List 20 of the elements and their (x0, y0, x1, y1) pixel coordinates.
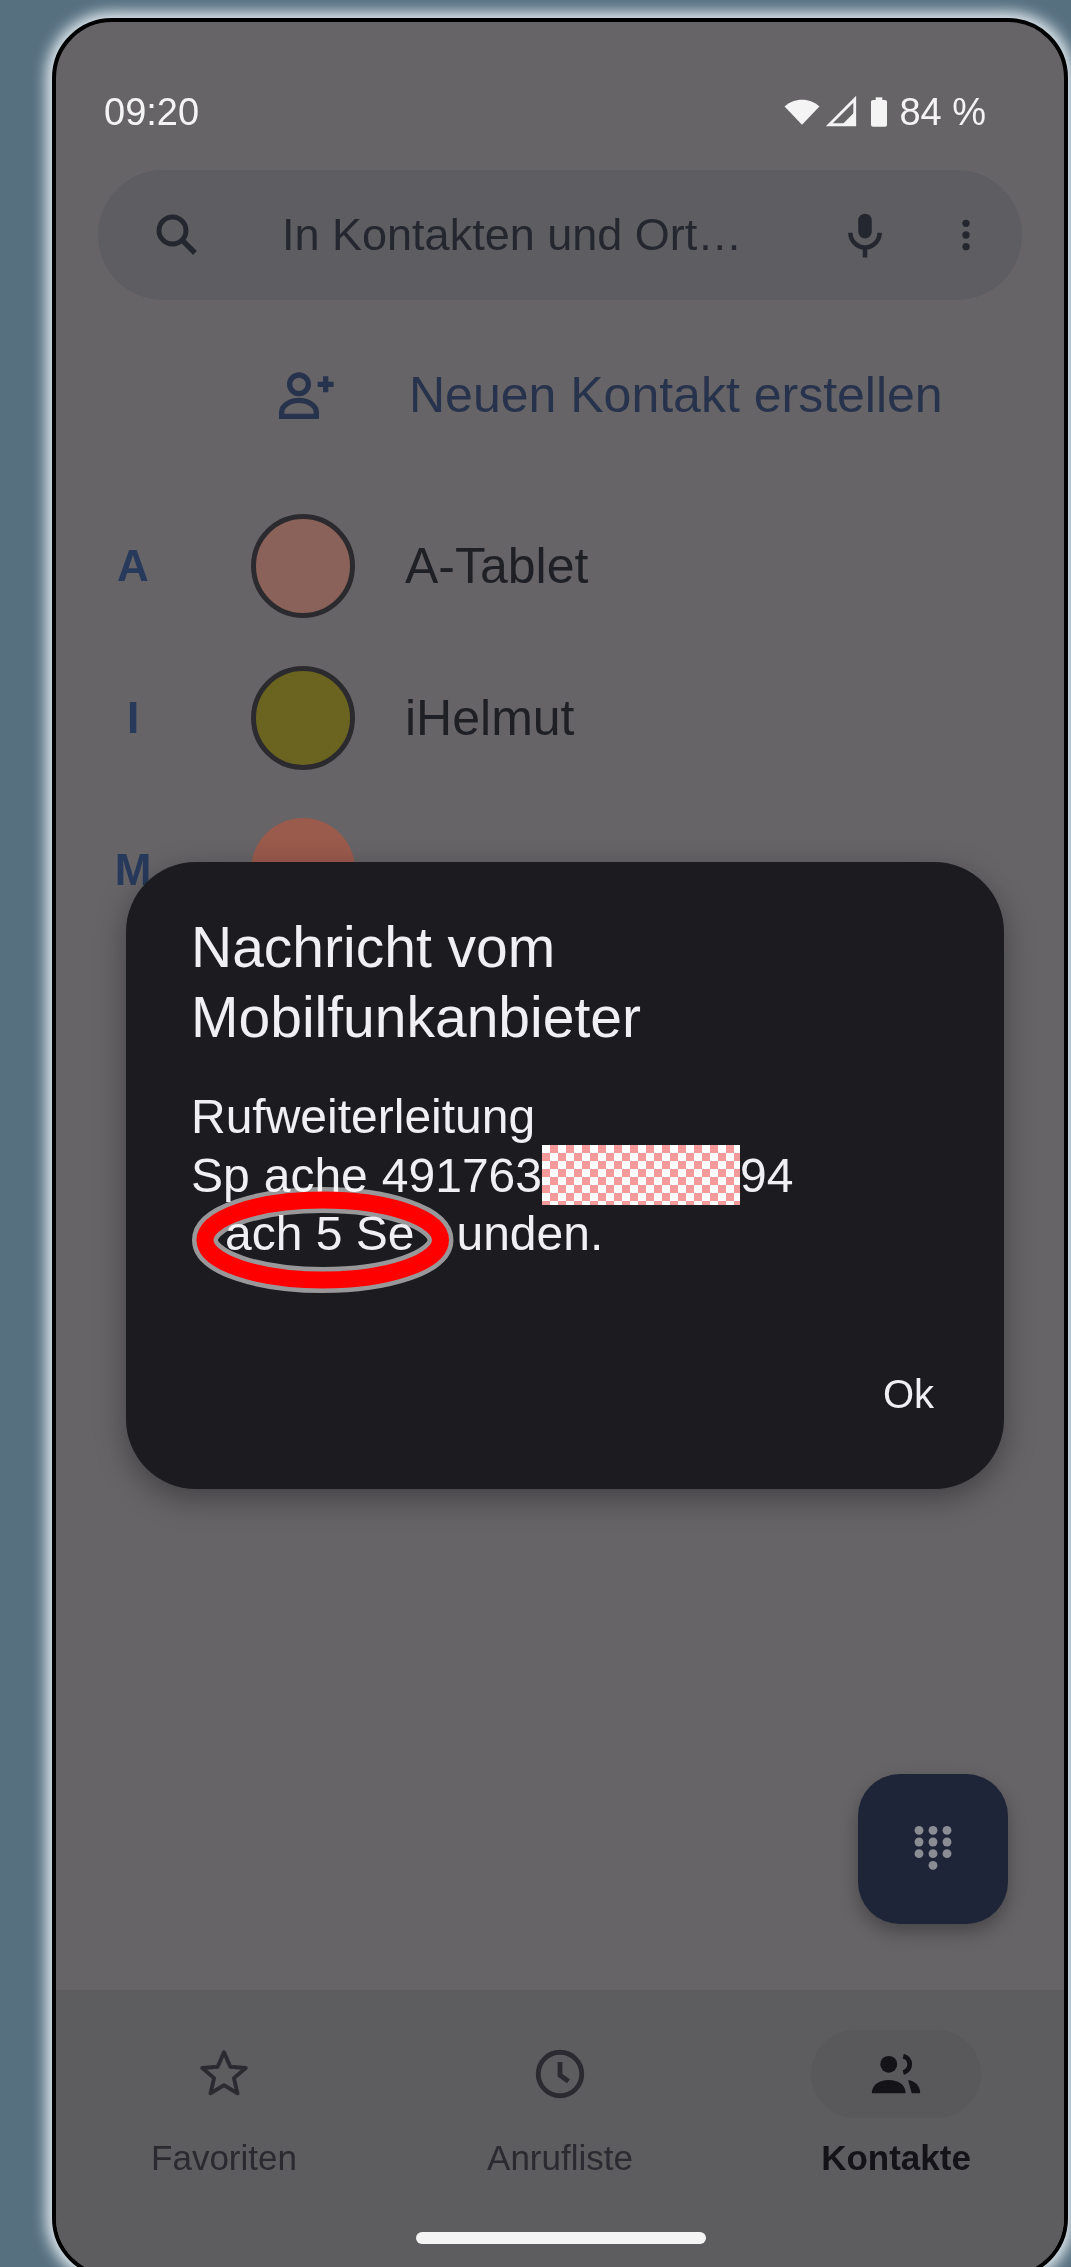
dialog-text: 94 (740, 1147, 794, 1204)
create-contact-link[interactable]: Neuen Kontakt erstellen (409, 357, 943, 433)
search-field[interactable]: In Kontakten und Ort… (98, 170, 1022, 300)
dialog-text: Sp (191, 1147, 250, 1204)
battery-percent: 84 % (899, 89, 986, 135)
index-letter: M (113, 844, 153, 896)
index-letter: I (125, 692, 141, 744)
contact-name[interactable]: A-Tablet (405, 528, 589, 604)
clock-time: 09:20 (104, 89, 200, 135)
ok-button[interactable]: Ok (867, 1354, 949, 1434)
nav-tab[interactable]: Kontakte (728, 2030, 1064, 2267)
dialog-text: ache (263, 1147, 368, 1204)
index-letter: A (116, 540, 150, 592)
dialog-text: unden. (456, 1206, 604, 1262)
dialpad-button[interactable] (858, 1774, 1008, 1924)
dialog-text: ach 5 Se (225, 1206, 415, 1262)
dialog-title: Nachricht vom Mobilfunkanbieter (191, 914, 642, 1051)
dialog-text: Rufweiterleitung (191, 1089, 536, 1145)
dialog-text: 491763 (381, 1147, 542, 1204)
contact-name[interactable]: iHelmut (405, 680, 575, 756)
